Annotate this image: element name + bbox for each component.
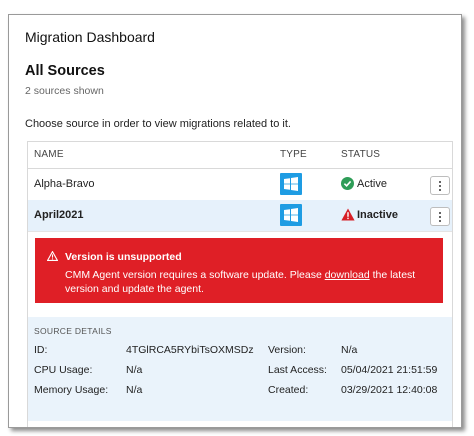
status-label: Active (357, 178, 387, 190)
more-options-button[interactable] (430, 207, 450, 226)
page-title: Migration Dashboard (25, 29, 155, 45)
section-title: All Sources (25, 63, 105, 79)
version-value: N/a (341, 344, 358, 356)
table-header: NAME TYPE STATUS (28, 142, 452, 169)
column-header-type[interactable]: TYPE (280, 149, 307, 160)
warning-triangle-icon (341, 208, 355, 221)
table-row[interactable]: Alpha-Bravo Active (28, 169, 452, 201)
instruction-text: Choose source in order to view migration… (25, 118, 291, 130)
check-circle-icon (341, 177, 354, 190)
error-title: Version is unsupported (65, 251, 182, 263)
last-access-label: Last Access: (268, 364, 327, 376)
details-heading: SOURCE DETAILS (34, 326, 112, 336)
download-link[interactable]: download (325, 269, 370, 281)
created-value: 03/29/2021 12:40:08 (341, 384, 438, 396)
version-label: Version: (268, 344, 306, 356)
error-banner: Version is unsupported CMM Agent version… (35, 238, 443, 303)
column-header-status[interactable]: STATUS (341, 149, 380, 160)
error-message: CMM Agent version requires a software up… (65, 268, 437, 296)
column-header-name[interactable]: NAME (34, 149, 64, 160)
last-access-value: 05/04/2021 21:51:59 (341, 364, 438, 376)
windows-icon (280, 204, 302, 226)
source-details-panel: SOURCE DETAILS ID: 4TGlRCA5RYbiTsOXMSDz … (28, 317, 452, 421)
created-label: Created: (268, 384, 309, 396)
source-name: Alpha-Bravo (34, 178, 95, 190)
id-label: ID: (34, 344, 48, 356)
sources-count: 2 sources shown (25, 85, 104, 97)
status-label: Inactive (357, 209, 398, 221)
id-value: 4TGlRCA5RYbiTsOXMSDz (126, 344, 254, 356)
windows-icon (280, 173, 302, 195)
memory-usage-label: Memory Usage: (34, 384, 109, 396)
sources-table: NAME TYPE STATUS Alpha-Bravo Active Apri… (27, 141, 453, 427)
cpu-usage-label: CPU Usage: (34, 364, 93, 376)
dashboard-window: Migration Dashboard All Sources 2 source… (8, 14, 462, 428)
warning-icon (47, 251, 58, 261)
memory-usage-value: N/a (126, 384, 143, 396)
table-row-selected[interactable]: April2021 Inactive (28, 200, 452, 232)
more-options-button[interactable] (430, 176, 450, 195)
error-message-text: CMM Agent version requires a software up… (65, 269, 325, 281)
source-name: April2021 (34, 209, 84, 221)
cpu-usage-value: N/a (126, 364, 143, 376)
